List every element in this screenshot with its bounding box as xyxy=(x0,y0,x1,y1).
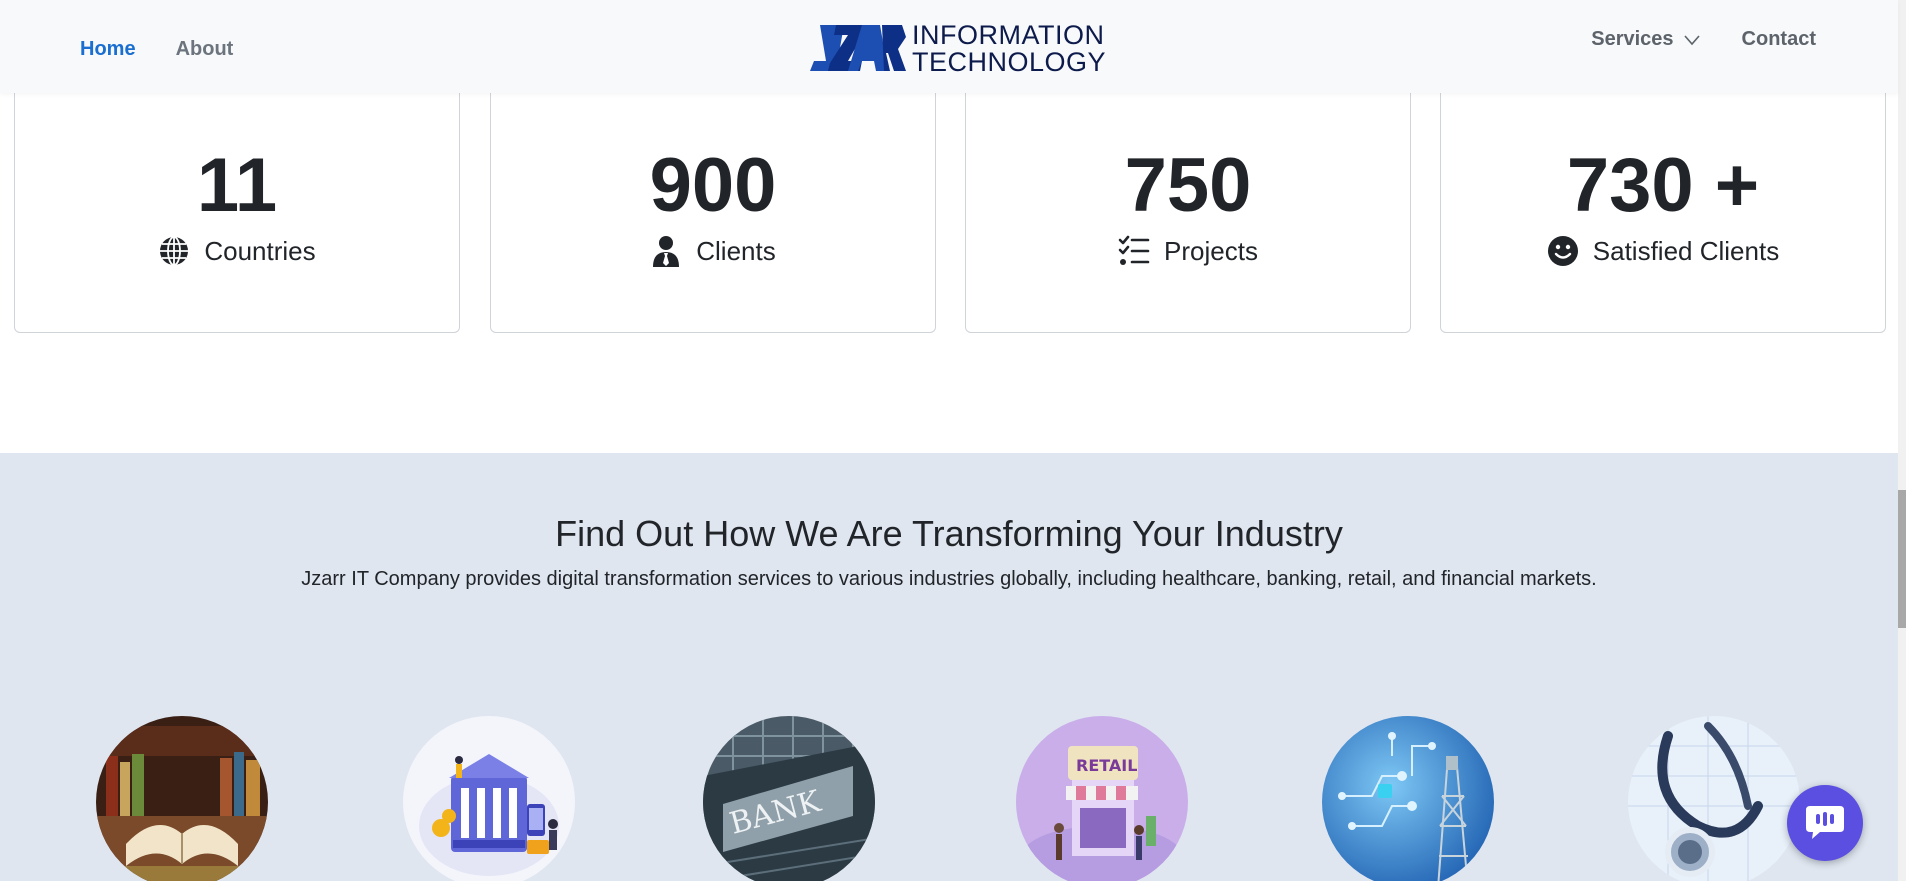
nav-services-dropdown[interactable]: Services xyxy=(1591,28,1700,51)
jzar-logo-mark xyxy=(810,25,906,71)
stat-label: Countries xyxy=(204,235,316,266)
page-scrollbar[interactable] xyxy=(1898,0,1906,881)
books-illustration xyxy=(96,716,268,881)
user-tie-icon xyxy=(653,236,680,267)
chat-bubble-icon xyxy=(1806,806,1844,839)
nav-left: Home About xyxy=(80,38,233,61)
globe-icon xyxy=(160,236,189,266)
industry-healthcare-image[interactable] xyxy=(1628,716,1800,881)
industry-finance-image[interactable] xyxy=(403,716,575,881)
logo-wordmark: INFORMATION TECHNOLOGY xyxy=(912,22,1106,76)
stat-value: 730 + xyxy=(1566,143,1760,228)
retail-sign-text: RETAIL xyxy=(1076,756,1137,775)
stat-value: 750 xyxy=(1124,143,1252,228)
smile-icon xyxy=(1547,236,1578,266)
stat-card-projects: 750 Projects xyxy=(965,60,1411,333)
nav-about-link[interactable]: About xyxy=(176,38,234,61)
industry-banking-image[interactable]: BANK xyxy=(703,716,875,881)
stethoscope-illustration xyxy=(1628,716,1800,881)
section-title: Find Out How We Are Transforming Your In… xyxy=(555,513,1343,554)
stat-label: Clients xyxy=(696,235,776,266)
industry-retail-image[interactable]: RETAIL xyxy=(1016,716,1188,881)
stat-label-row: Clients xyxy=(491,235,935,267)
stat-label-row: Satisfied Clients xyxy=(1441,235,1885,267)
stat-value: 900 xyxy=(649,143,777,228)
industry-section: Find Out How We Are Transforming Your In… xyxy=(0,453,1898,881)
stat-label: Projects xyxy=(1164,235,1258,266)
chevron-down-icon xyxy=(1683,34,1700,45)
stat-card-countries: 11 Countries xyxy=(14,60,460,333)
bank-sign-illustration: BANK xyxy=(703,716,875,881)
nav-services-label: Services xyxy=(1591,28,1674,50)
section-subtitle: Jzarr IT Company provides digital transf… xyxy=(301,568,1597,590)
retail-store-illustration: RETAIL xyxy=(1016,716,1188,881)
stat-label-row: Projects xyxy=(966,235,1410,267)
bank-building-illustration xyxy=(403,716,575,881)
stats-row: 11 Countries 900 Clients 750 Projects 73… xyxy=(14,60,1886,333)
list-check-icon xyxy=(1118,235,1150,265)
company-logo[interactable]: INFORMATION TECHNOLOGY xyxy=(804,22,1106,76)
stat-card-satisfied: 730 + Satisfied Clients xyxy=(1440,60,1886,333)
logo-line-1: INFORMATION xyxy=(912,20,1105,50)
logo-line-2: TECHNOLOGY xyxy=(912,47,1107,77)
nav-contact-link[interactable]: Contact xyxy=(1742,28,1816,51)
nav-right: Services Contact xyxy=(1591,28,1816,51)
scrollbar-thumb[interactable] xyxy=(1898,490,1906,628)
industry-education-image[interactable] xyxy=(96,716,268,881)
stat-card-clients: 900 Clients xyxy=(490,60,936,333)
stat-value: 11 xyxy=(196,143,278,228)
site-header: Home About INFORMATION TECHNOLOGY Servic… xyxy=(0,0,1898,93)
network-tower-illustration xyxy=(1322,716,1494,881)
nav-home-link[interactable]: Home xyxy=(80,38,136,61)
chat-widget-button[interactable] xyxy=(1787,785,1863,861)
industry-telecom-image[interactable] xyxy=(1322,716,1494,881)
stat-label: Satisfied Clients xyxy=(1592,235,1780,266)
stat-label-row: Countries xyxy=(15,235,459,267)
